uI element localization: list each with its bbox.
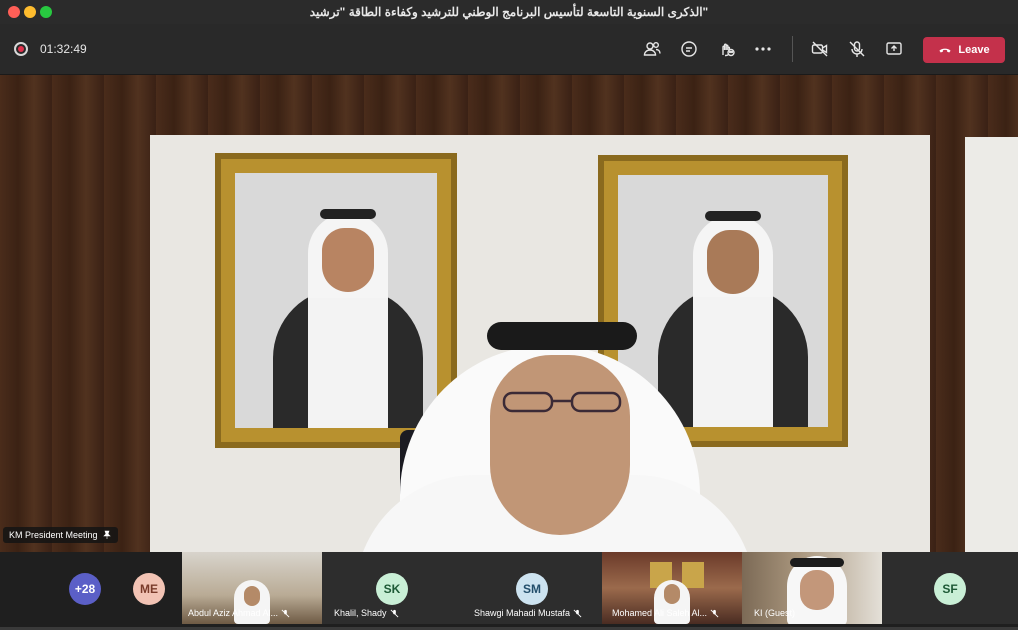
participant-name-row: Shawgi Mahadi Mustafa — [474, 608, 596, 618]
participant-name: KI (Guest) — [754, 608, 796, 618]
participant-name: Mohamed Ali Saleh Al... — [612, 608, 708, 618]
pinned-meeting-label: KM President Meeting — [3, 527, 118, 543]
participant-name-row: Abdul Aziz Ahmad Al... — [188, 608, 316, 618]
mic-muted-icon — [390, 609, 398, 617]
camera-off-icon[interactable] — [808, 37, 832, 61]
participant-tile-me[interactable]: ME — [126, 552, 176, 624]
leave-button-label: Leave — [958, 44, 990, 56]
chat-icon[interactable] — [677, 37, 701, 61]
mic-off-icon[interactable] — [845, 37, 869, 61]
participant-tile-video[interactable]: Abdul Aziz Ahmad Al... — [182, 552, 322, 624]
participant-name: Abdul Aziz Ahmad Al... — [188, 608, 279, 618]
share-icon[interactable] — [882, 37, 906, 61]
meeting-timer: 01:32:49 — [40, 42, 87, 56]
participant-tile-video[interactable]: Mohamed Ali Saleh Al... — [602, 552, 742, 624]
mic-muted-icon — [710, 609, 719, 617]
participant-name: Khalil, Shady — [334, 608, 387, 618]
mic-muted-icon — [281, 609, 290, 617]
participant-name-row: KI (Guest) — [754, 608, 876, 618]
window-title: "الذكرى السنوية التاسعة لتأسيس البرنامج … — [309, 5, 709, 19]
people-icon[interactable] — [640, 37, 664, 61]
participant-tile-video[interactable]: KI (Guest) — [742, 552, 882, 624]
avatar: ME — [133, 573, 165, 605]
main-video-stage[interactable]: KM President Meeting — [0, 75, 1018, 552]
mic-muted-icon — [573, 609, 582, 617]
phone-hangup-icon — [939, 48, 951, 53]
pinned-label-text: KM President Meeting — [9, 530, 98, 540]
reactions-icon[interactable] — [714, 37, 738, 61]
leave-button[interactable]: Leave — [923, 37, 1005, 63]
meeting-toolbar: 01:32:49 Leave — [0, 24, 1018, 75]
glasses-icon — [502, 391, 622, 413]
toolbar-divider — [792, 36, 793, 62]
participant-tile-sf[interactable]: SF — [882, 552, 1018, 624]
overflow-tile[interactable]: +28 — [44, 552, 126, 624]
avatar: SM — [516, 573, 548, 605]
white-wall-panel-right — [965, 137, 1018, 552]
presenter-agal — [487, 322, 637, 350]
participant-tile-sk[interactable]: SK Khalil, Shady — [322, 552, 462, 624]
pin-icon[interactable] — [102, 530, 112, 540]
overflow-count[interactable]: +28 — [69, 573, 101, 605]
avatar: SK — [376, 573, 408, 605]
participant-tile-sm[interactable]: SM Shawgi Mahadi Mustafa — [462, 552, 602, 624]
participant-name-row: Mohamed Ali Saleh Al... — [612, 608, 736, 618]
title-bar: "الذكرى السنوية التاسعة لتأسيس البرنامج … — [0, 0, 1018, 24]
avatar: SF — [934, 573, 966, 605]
left-portrait-frame — [215, 153, 457, 448]
participant-name-row: Khalil, Shady — [334, 608, 456, 618]
presenter-face — [490, 355, 630, 535]
recording-icon — [14, 42, 28, 56]
participant-name: Shawgi Mahadi Mustafa — [474, 608, 571, 618]
participant-gallery: +28 ME Abdul Aziz Ahmad Al... SK Khalil,… — [0, 552, 1018, 630]
more-icon[interactable] — [751, 37, 775, 61]
